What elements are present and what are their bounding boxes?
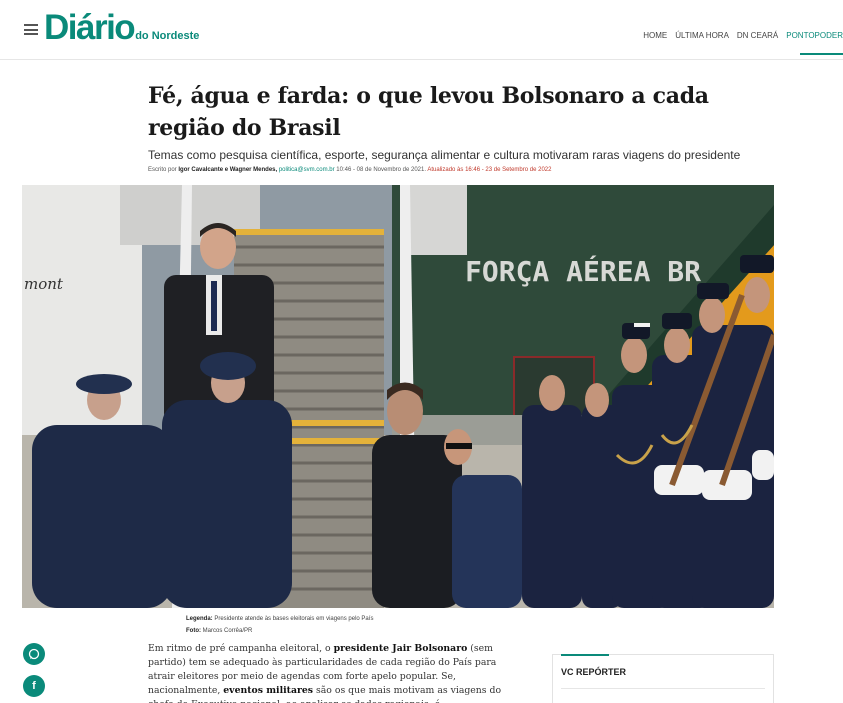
hamburger-menu-icon[interactable] (24, 24, 38, 35)
sidebox-title[interactable]: VC REPÓRTER (561, 667, 626, 677)
photo-caption: Legenda: Presidente atende às bases elei… (186, 613, 373, 637)
caption-label: Legenda: (186, 616, 213, 622)
nav-dn-ceara[interactable]: DN CEARÁ (733, 31, 782, 40)
byline-authors[interactable]: Igor Cavalcante e Wagner Mendes, (178, 167, 277, 173)
body-bold-1: presidente Jair Bolsonaro (333, 643, 468, 654)
byline-published: 10:46 - 08 de Novembro de 2021. (336, 167, 427, 173)
caption-line: Legenda: Presidente atende às bases elei… (186, 613, 373, 625)
whatsapp-icon[interactable] (23, 643, 45, 665)
caption-text: Presidente atende às bases eleitorais em… (214, 616, 374, 622)
body-part-1: Em ritmo de pré campanha eleitoral, o (148, 643, 334, 654)
main-nav: HOME ÚLTIMA HORA DN CEARÁ PONTOPODER (639, 31, 843, 40)
byline-email[interactable]: politica@svm.com.br (279, 167, 335, 173)
svg-text:mont: mont (24, 275, 64, 293)
byline-updated: Atualizado às 16:46 - 23 de Setembro de … (427, 167, 552, 173)
logo-sub: do Nordeste (135, 30, 200, 42)
facebook-icon[interactable]: f (23, 675, 45, 697)
sidebox-divider (561, 688, 765, 689)
body-bold-2: eventos militares (223, 685, 314, 696)
article-body: Em ritmo de pré campanha eleitoral, o pr… (148, 642, 520, 703)
nav-pontopoder[interactable]: PONTOPODER (782, 31, 843, 40)
site-header: Diáriodo Nordeste HOME ÚLTIMA HORA DN CE… (0, 0, 843, 60)
article-subtitle: Temas como pesquisa científica, esporte,… (148, 148, 741, 162)
site-logo[interactable]: Diáriodo Nordeste (44, 8, 199, 48)
plane-lettering: FORÇA AÉREA BR (465, 254, 701, 288)
sidebox-accent (561, 654, 609, 656)
byline-prefix: Escrito por (148, 167, 177, 173)
credit-text: Marcos Corrêa/PR (202, 628, 253, 634)
vc-reporter-box: VC REPÓRTER (552, 654, 774, 703)
article-headline: Fé, água e farda: o que levou Bolsonaro … (148, 83, 709, 141)
logo-main: Diário (44, 8, 136, 47)
nav-ultima-hora[interactable]: ÚLTIMA HORA (671, 31, 733, 40)
nav-home[interactable]: HOME (639, 31, 671, 40)
article-photo: mont FORÇA AÉREA BR (22, 185, 774, 608)
credit-line: Foto: Marcos Corrêa/PR (186, 625, 373, 637)
article-byline: Escrito por Igor Cavalcante e Wagner Men… (148, 167, 768, 173)
credit-label: Foto: (186, 628, 201, 634)
nav-active-indicator (800, 53, 843, 55)
